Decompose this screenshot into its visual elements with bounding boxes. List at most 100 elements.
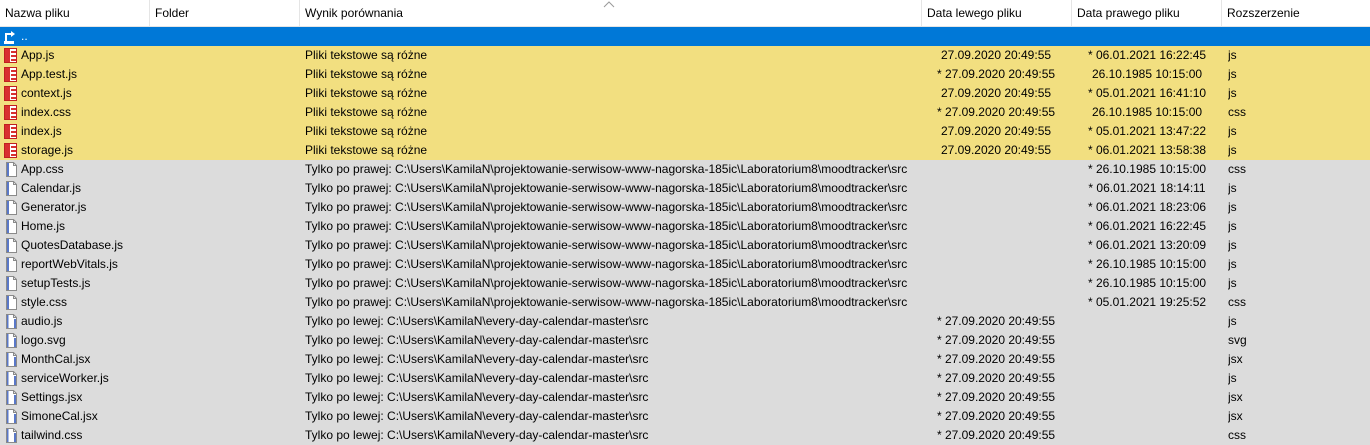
list-item[interactable]: setupTests.js Tylko po prawej: C:\Users\K…	[0, 274, 1370, 293]
comparison-result: Tylko po prawej: C:\Users\KamilaN\projek…	[305, 181, 908, 195]
right-file-icon	[3, 199, 19, 216]
file-name: Home.js	[21, 219, 66, 233]
file-folder	[150, 350, 300, 369]
file-folder	[150, 141, 300, 160]
left-file-date	[922, 217, 1070, 236]
updir-label: ..	[21, 29, 28, 43]
file-extension: js	[1228, 257, 1237, 271]
file-folder	[150, 179, 300, 198]
list-item-updir[interactable]: ..	[0, 27, 1370, 46]
list-item[interactable]: storage.js Pliki tekstowe są różne 27.09.2…	[0, 141, 1370, 160]
left-file-date: 27.09.2020 20:49:55	[940, 48, 1052, 62]
right-file-date: * 26.10.1985 10:15:00	[1087, 257, 1207, 271]
list-item[interactable]: Generator.js Tylko po prawej: C:\Users\Ka…	[0, 198, 1370, 217]
file-extension: js	[1228, 48, 1237, 62]
right-file-date: * 05.01.2021 19:25:52	[1087, 295, 1207, 309]
left-file-icon	[3, 408, 19, 425]
list-item[interactable]: context.js Pliki tekstowe są różne 27.09.2…	[0, 84, 1370, 103]
right-file-date	[1072, 350, 1222, 369]
list-item[interactable]: App.test.js Pliki tekstowe są różne * 27.0…	[0, 65, 1370, 84]
file-extension: js	[1228, 200, 1237, 214]
right-file-date: * 06.01.2021 18:23:06	[1087, 200, 1207, 214]
file-name: App.css	[21, 162, 64, 176]
right-file-date	[1072, 426, 1222, 445]
comparison-result: Tylko po lewej: C:\Users\KamilaN\every-d…	[305, 390, 649, 404]
list-item[interactable]: SimoneCal.jsx Tylko po lewej: C:\Users\Ka…	[0, 407, 1370, 426]
comparison-result: Tylko po prawej: C:\Users\KamilaN\projek…	[305, 295, 908, 309]
file-folder	[150, 122, 300, 141]
file-name: reportWebVitals.js	[21, 257, 118, 271]
comparison-result: Pliki tekstowe są różne	[305, 86, 428, 100]
right-file-icon	[3, 237, 19, 254]
list-item[interactable]: tailwind.css Tylko po lewej: C:\Users\Kam…	[0, 426, 1370, 445]
header-extension[interactable]: Rozszerzenie	[1222, 0, 1370, 26]
file-name: logo.svg	[21, 333, 66, 347]
list-item[interactable]: Settings.jsx Tylko po lewej: C:\Users\Kam…	[0, 388, 1370, 407]
file-folder	[150, 236, 300, 255]
file-name: App.js	[21, 48, 55, 62]
left-file-date: 27.09.2020 20:49:55	[940, 124, 1052, 138]
list-item[interactable]: QuotesDatabase.js Tylko po prawej: C:\Use…	[0, 236, 1370, 255]
comparison-result: Pliki tekstowe są różne	[305, 143, 428, 157]
header-folder[interactable]: Folder	[150, 0, 300, 26]
list-item[interactable]: logo.svg Tylko po lewej: C:\Users\KamilaN…	[0, 331, 1370, 350]
file-extension: js	[1228, 181, 1237, 195]
file-extension: jsx	[1228, 390, 1243, 404]
list-item[interactable]: reportWebVitals.js Tylko po prawej: C:\Us…	[0, 255, 1370, 274]
right-file-icon	[3, 218, 19, 235]
file-name: setupTests.js	[21, 276, 91, 290]
left-file-date	[922, 198, 1070, 217]
list-item[interactable]: App.js Pliki tekstowe są różne 27.09.2020 …	[0, 46, 1370, 65]
list-item[interactable]: style.css Tylko po prawej: C:\Users\Kamil…	[0, 293, 1370, 312]
left-file-date	[922, 160, 1070, 179]
file-extension: svg	[1228, 333, 1247, 347]
file-folder	[150, 198, 300, 217]
file-folder	[150, 217, 300, 236]
list-item[interactable]: Calendar.js Tylko po prawej: C:\Users\Kam…	[0, 179, 1370, 198]
comparison-list: .. App.js Pliki tekstowe są różne 27.09.20…	[0, 27, 1370, 445]
column-header: Nazwa pliku Folder Wynik porównania Data…	[0, 0, 1370, 27]
diff-file-icon	[3, 47, 19, 64]
comparison-result: Tylko po prawej: C:\Users\KamilaN\projek…	[305, 200, 908, 214]
header-right-date[interactable]: Data prawego pliku	[1072, 0, 1222, 26]
right-file-icon	[3, 180, 19, 197]
file-extension: jsx	[1228, 352, 1243, 366]
file-name: style.css	[21, 295, 68, 309]
list-item[interactable]: audio.js Tylko po lewej: C:\Users\KamilaN…	[0, 312, 1370, 331]
diff-file-icon	[3, 104, 19, 121]
file-folder	[150, 312, 300, 331]
file-extension: js	[1228, 124, 1237, 138]
file-folder	[150, 274, 300, 293]
comparison-result: Tylko po prawej: C:\Users\KamilaN\projek…	[305, 238, 908, 252]
file-name: Calendar.js	[21, 181, 82, 195]
left-file-date: * 27.09.2020 20:49:55	[936, 352, 1056, 366]
file-folder	[150, 293, 300, 312]
file-name: Settings.jsx	[21, 390, 83, 404]
right-file-date	[1072, 331, 1222, 350]
file-name: QuotesDatabase.js	[21, 238, 124, 252]
file-extension: js	[1228, 238, 1237, 252]
right-file-icon	[3, 161, 19, 178]
left-file-date	[922, 179, 1070, 198]
list-item[interactable]: Home.js Tylko po prawej: C:\Users\KamilaN…	[0, 217, 1370, 236]
file-name: SimoneCal.jsx	[21, 409, 98, 423]
file-extension: css	[1228, 295, 1246, 309]
right-file-date: 26.10.1985 10:15:00	[1091, 67, 1203, 81]
right-file-date: * 05.01.2021 13:47:22	[1087, 124, 1207, 138]
list-item[interactable]: index.css Pliki tekstowe są różne * 27.09.…	[0, 103, 1370, 122]
left-file-date: * 27.09.2020 20:49:55	[936, 67, 1056, 81]
left-file-date	[922, 274, 1070, 293]
right-file-date: * 06.01.2021 18:14:11	[1088, 181, 1206, 195]
list-item[interactable]: App.css Tylko po prawej: C:\Users\KamilaN…	[0, 160, 1370, 179]
right-file-date	[1072, 312, 1222, 331]
left-file-icon	[3, 351, 19, 368]
right-file-date: * 06.01.2021 16:22:45	[1087, 219, 1207, 233]
file-name: serviceWorker.js	[21, 371, 109, 385]
comparison-result: Tylko po prawej: C:\Users\KamilaN\projek…	[305, 276, 908, 290]
header-name[interactable]: Nazwa pliku	[0, 0, 150, 26]
header-left-date[interactable]: Data lewego pliku	[922, 0, 1072, 26]
list-item[interactable]: serviceWorker.js Tylko po lewej: C:\Users…	[0, 369, 1370, 388]
comparison-result: Tylko po lewej: C:\Users\KamilaN\every-d…	[305, 314, 649, 328]
list-item[interactable]: MonthCal.jsx Tylko po lewej: C:\Users\Kam…	[0, 350, 1370, 369]
list-item[interactable]: index.js Pliki tekstowe są różne 27.09.202…	[0, 122, 1370, 141]
